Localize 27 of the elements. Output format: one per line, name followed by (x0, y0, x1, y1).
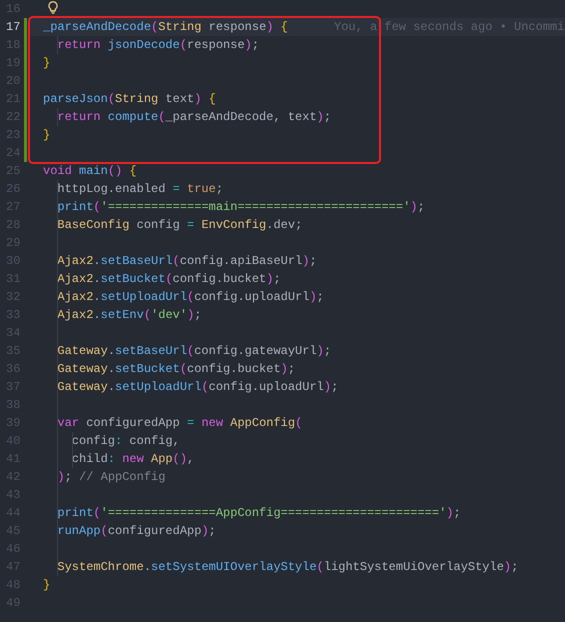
code-line: config: config, (70, 433, 180, 450)
code-line: httpLog.enabled = true; (56, 181, 224, 198)
code-line: _parseAndDecode(String response) { (43, 19, 288, 36)
line-number: 17 (5, 19, 20, 36)
code-line: return jsonDecode(response); (56, 37, 260, 54)
code-line: Ajax2.setBucket(config.bucket); (56, 271, 281, 288)
code-line: Gateway.setBucket(config.bucket); (56, 361, 296, 378)
code-line: child: new App(), (70, 451, 194, 468)
code-line: parseJson(String text) { (43, 91, 216, 108)
code-line: return compute(_parseAndDecode, text); (56, 109, 332, 126)
code-line: print('==============main======================='); (56, 199, 425, 216)
code-line: Ajax2.setBaseUrl(config.apiBaseUrl); (56, 253, 317, 270)
code-line: Ajax2.setUploadUrl(config.uploadUrl); (56, 289, 324, 306)
code-line: runApp(configuredApp); (56, 523, 216, 540)
code-line: BaseConfig config = EnvConfig.dev; (56, 217, 302, 234)
code-line: Gateway.setBaseUrl(config.gatewayUrl); (56, 343, 332, 360)
code-line: } (43, 55, 50, 72)
code-line: Gateway.setUploadUrl(config.uploadUrl); (56, 379, 338, 396)
code-line: print('===============AppConfig======================'); (56, 505, 461, 522)
code-line: void main() { (43, 163, 137, 180)
code-line: ); // AppConfig (56, 469, 166, 486)
lightbulb-icon[interactable] (48, 1, 58, 14)
code-line: } (43, 577, 50, 594)
code-line: var configuredApp = new AppConfig( (56, 415, 302, 432)
code-line: } (43, 127, 50, 144)
code-line: Ajax2.setEnv('dev'); (56, 307, 202, 324)
code-line: SystemChrome.setSystemUIOverlayStyle(lightSystemUiOverlayStyle); (56, 559, 518, 576)
